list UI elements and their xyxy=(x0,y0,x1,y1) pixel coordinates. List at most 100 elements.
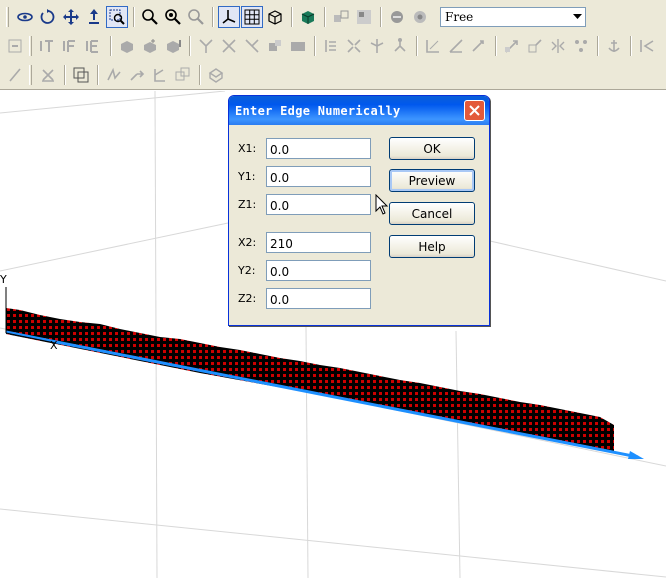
z1-field[interactable] xyxy=(266,194,371,215)
scale-tool-icon[interactable] xyxy=(524,35,546,57)
vertex-split-icon[interactable] xyxy=(195,35,217,57)
block-split-icon[interactable] xyxy=(287,35,309,57)
chevron-down-icon[interactable] xyxy=(569,8,585,26)
loft-icon[interactable] xyxy=(172,64,194,86)
view-toolbar: Free xyxy=(0,2,666,31)
align-icon[interactable] xyxy=(366,35,388,57)
solid-error-icon[interactable] xyxy=(162,35,184,57)
toolbar-separator xyxy=(64,64,66,85)
node-tree-icon[interactable] xyxy=(389,35,411,57)
y2-field[interactable] xyxy=(266,260,371,281)
edge-tool-icon[interactable] xyxy=(83,35,105,57)
edge-line[interactable] xyxy=(5,330,639,459)
revolve-icon[interactable] xyxy=(149,64,171,86)
move-tool-icon[interactable] xyxy=(501,35,523,57)
vertex-connect-icon[interactable] xyxy=(241,35,263,57)
z1-label: Z1: xyxy=(238,198,257,211)
grid-line xyxy=(489,240,666,282)
dialog-title: Enter Edge Numerically xyxy=(235,103,401,118)
window-select-icon[interactable] xyxy=(70,64,92,86)
pan-icon[interactable] xyxy=(60,6,82,28)
wireframe-cube-icon[interactable] xyxy=(264,6,286,28)
layout-view-icon[interactable] xyxy=(353,6,375,28)
y2-label: Y2: xyxy=(238,264,256,277)
rotate-view-icon[interactable] xyxy=(14,6,36,28)
toolbar-separator xyxy=(212,6,214,27)
mouse-pointer-icon xyxy=(375,194,389,215)
measure-icon[interactable] xyxy=(422,35,444,57)
y-axis-label: Y xyxy=(0,273,7,286)
line-tool-icon[interactable] xyxy=(4,64,26,86)
extrude-icon[interactable] xyxy=(103,64,125,86)
shaded-model-icon[interactable] xyxy=(297,6,319,28)
copy-view-icon[interactable] xyxy=(330,6,352,28)
toolbar-separator xyxy=(110,35,112,56)
solid-copy-icon[interactable] xyxy=(139,35,161,57)
zoom-in-out-icon[interactable] xyxy=(83,6,105,28)
axis-triad-icon[interactable] xyxy=(218,5,240,28)
x2-label: X2: xyxy=(238,236,257,249)
cancel-button[interactable]: Cancel xyxy=(389,202,475,225)
face-tool-icon[interactable] xyxy=(60,35,82,57)
snap-icon[interactable] xyxy=(4,35,26,57)
shell-icon[interactable] xyxy=(205,64,227,86)
z2-field[interactable] xyxy=(266,288,371,309)
sweep-icon[interactable] xyxy=(126,64,148,86)
view-mode-select[interactable]: Free xyxy=(440,6,586,27)
rotate-tool-icon[interactable] xyxy=(468,35,490,57)
close-button[interactable] xyxy=(464,100,485,121)
toolbar-area: Free xyxy=(0,0,666,90)
zoom-extents-icon[interactable] xyxy=(162,6,184,28)
grid-icon[interactable] xyxy=(241,5,263,28)
preview-button[interactable]: Preview xyxy=(389,169,475,192)
list-icon[interactable] xyxy=(320,35,342,57)
angle-icon[interactable] xyxy=(445,35,467,57)
toolbar-separator xyxy=(133,6,135,27)
grid-line xyxy=(154,91,158,578)
hide-icon[interactable] xyxy=(386,6,408,28)
grid-line xyxy=(0,91,226,114)
explode-icon[interactable] xyxy=(343,35,365,57)
zoom-window-icon[interactable] xyxy=(106,5,128,28)
zoom-icon[interactable] xyxy=(139,6,161,28)
hatched-region xyxy=(6,308,614,451)
reflect-tool-icon[interactable] xyxy=(547,35,569,57)
toolbar-grip[interactable] xyxy=(29,64,32,85)
toolbar-grip[interactable] xyxy=(6,6,9,27)
fillet-icon[interactable] xyxy=(636,35,658,57)
x2-field[interactable] xyxy=(266,232,371,253)
text-tool-icon[interactable] xyxy=(37,35,59,57)
dialog-title-bar[interactable]: Enter Edge Numerically xyxy=(229,96,489,125)
toolbar-separator xyxy=(495,35,497,56)
x1-field[interactable] xyxy=(266,138,371,159)
toolbar-separator xyxy=(199,64,201,85)
modify-toolbar xyxy=(0,60,666,89)
z2-label: Z2: xyxy=(238,292,257,305)
toolbar-separator xyxy=(189,35,191,56)
toolbar-grip[interactable] xyxy=(29,35,32,56)
enter-edge-dialog: Enter Edge Numerically X1: Y1: Z1: X2: Y… xyxy=(228,95,490,326)
toolbar-separator xyxy=(324,6,326,27)
close-icon xyxy=(469,105,480,116)
block-icon[interactable] xyxy=(264,35,286,57)
toolbar-separator xyxy=(314,35,316,56)
toolbar-separator xyxy=(630,35,632,56)
grid-line xyxy=(0,222,229,272)
anchor-icon[interactable] xyxy=(603,35,625,57)
grid-line xyxy=(0,508,666,578)
grid-line xyxy=(455,330,461,578)
trim-tool-icon[interactable] xyxy=(37,64,59,86)
y1-field[interactable] xyxy=(266,166,371,187)
toolbar-separator xyxy=(597,35,599,56)
toolbar-separator xyxy=(380,6,382,27)
vertex-merge-icon[interactable] xyxy=(218,35,240,57)
orbit-icon[interactable] xyxy=(37,6,59,28)
array-tool-icon[interactable] xyxy=(570,35,592,57)
show-icon[interactable] xyxy=(409,6,431,28)
view-mode-value: Free xyxy=(445,9,474,24)
zoom-previous-icon[interactable] xyxy=(185,6,207,28)
edge-arrowhead xyxy=(628,451,644,459)
solid-shape-icon[interactable] xyxy=(116,35,138,57)
help-button[interactable]: Help xyxy=(389,235,475,258)
ok-button[interactable]: OK xyxy=(389,137,475,160)
